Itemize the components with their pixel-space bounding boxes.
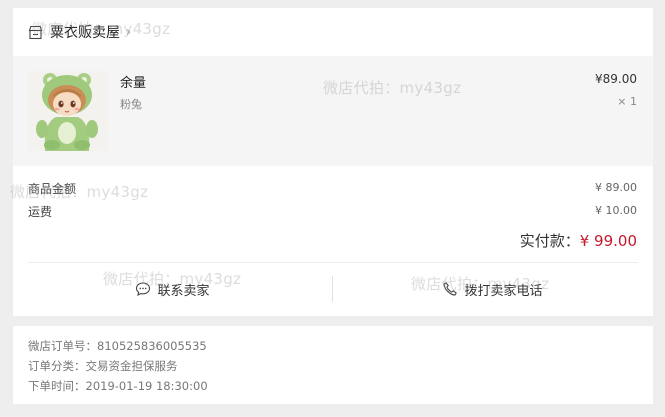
shipping-fee-label: 运费 [28,205,53,219]
total-paid-label: 实付款： [519,232,580,250]
order-info-card: 微店订单号：810525836005535 订单分类：交易资金担保服务 下单时间… [13,326,653,404]
chevron-right-icon: › [126,24,132,40]
contact-seller-button[interactable]: 联系卖家 [13,276,332,302]
chat-bubble-icon [136,282,151,297]
total-paid: 实付款：¥ 99.00 [520,230,637,251]
shop-icon [28,25,43,40]
phone-icon [443,282,458,296]
product-price: ¥89.00 [595,72,637,86]
shop-name: 粟衣贩卖屋 [50,25,120,41]
product-thumbnail [28,71,108,151]
goods-amount-value: ¥ 89.00 [595,181,637,194]
product-item[interactable]: 余量 粉兔 ¥89.00 × 1 [13,56,653,166]
total-paid-value: ¥ 99.00 [579,232,637,250]
contact-seller-label: 联系卖家 [157,283,210,299]
shipping-fee-value: ¥ 10.00 [595,204,637,217]
order-number: 微店订单号：810525836005535 [28,339,207,353]
shop-header[interactable]: 粟衣贩卖屋 › [13,8,653,56]
product-spec: 粉兔 [120,98,142,111]
order-type: 订单分类：交易资金担保服务 [28,359,178,373]
product-quantity: × 1 [617,95,637,108]
order-time: 下单时间：2019-01-19 18:30:00 [28,379,208,393]
call-seller-button[interactable]: 拨打卖家电话 [333,276,652,302]
call-seller-label: 拨打卖家电话 [464,283,543,299]
product-name: 余量 [120,76,147,91]
divider [28,262,638,263]
order-card: 粟衣贩卖屋 › 余量 粉兔 ¥89.00 × 1 商品金额 ¥ 89.00 运费… [13,8,653,316]
goods-amount-label: 商品金额 [28,182,77,196]
